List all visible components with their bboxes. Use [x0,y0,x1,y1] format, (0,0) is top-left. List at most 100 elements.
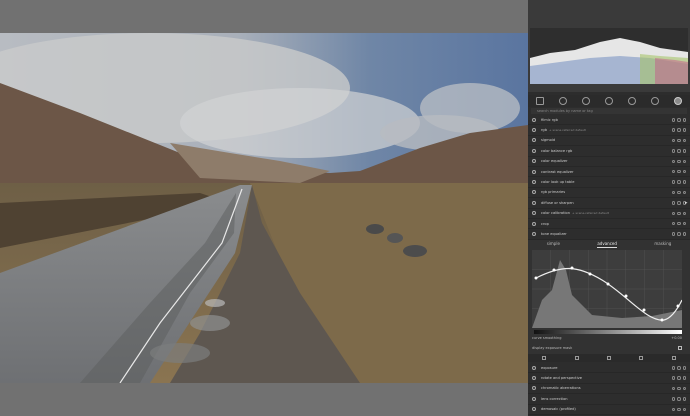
module-row[interactable]: exposure [528,363,690,374]
tone-tab-simple[interactable]: simple [547,240,560,248]
power-icon[interactable] [532,148,536,153]
exposure-mask-checkbox[interactable] [678,346,682,350]
presets-icon[interactable] [682,366,686,370]
module-row[interactable]: diffuse or sharpen [528,198,690,209]
blend-drawn-icon[interactable] [606,356,611,360]
multi-instance-icon[interactable] [671,386,675,391]
exposure-mask-toggle[interactable]: display exposure mask [532,346,682,352]
reset-icon[interactable] [677,221,681,226]
multi-instance-icon[interactable] [671,159,675,164]
presets-icon[interactable] [682,221,686,226]
presets-icon[interactable] [682,128,686,132]
reset-icon[interactable] [677,118,681,122]
module-row[interactable]: rgb + scene-referred default [528,125,690,136]
reset-icon[interactable] [677,376,681,380]
effect-tab[interactable] [674,97,683,105]
correct-tab[interactable] [651,97,660,105]
multi-instance-icon[interactable] [671,118,675,122]
multi-instance-icon[interactable] [671,376,675,380]
module-row[interactable]: sigmoid [528,136,690,147]
multi-instance-icon[interactable] [671,407,675,412]
multi-instance-icon[interactable] [671,366,675,370]
base-tab[interactable] [581,97,590,105]
power-icon[interactable] [532,221,536,226]
module-row[interactable]: lens correction [528,394,690,405]
multi-instance-icon[interactable] [671,190,675,195]
power-icon[interactable] [532,200,536,205]
module-row[interactable]: color look up table [528,177,690,188]
curve-smoothing-slider[interactable]: curve smoothing +0.00 [532,336,682,342]
histogram[interactable] [528,0,690,92]
quick-access-tab[interactable] [535,97,544,105]
tone-tab-advanced[interactable]: advanced [597,240,617,248]
presets-icon[interactable] [682,159,686,164]
module-row[interactable]: contrast equalizer [528,167,690,178]
color-tab[interactable] [628,97,637,105]
reset-icon[interactable] [677,232,681,236]
power-icon[interactable] [532,407,536,412]
blend-raster-icon[interactable] [671,356,676,360]
blend-off-icon[interactable] [542,356,547,360]
power-icon[interactable] [532,138,536,143]
power-icon[interactable] [532,117,536,122]
blend-uniform-icon[interactable] [574,356,579,360]
presets-icon[interactable] [682,386,686,391]
reset-icon[interactable] [677,159,681,164]
presets-icon[interactable] [682,407,686,412]
presets-icon[interactable] [682,232,686,236]
multi-instance-icon[interactable] [671,232,675,236]
power-icon[interactable] [532,396,536,401]
reset-icon[interactable] [677,211,681,216]
presets-icon[interactable] [682,169,686,174]
module-search-input[interactable]: search modules by name or tag [531,108,687,114]
presets-icon[interactable] [682,180,686,184]
presets-icon[interactable] [682,138,686,143]
module-row[interactable]: color balance rgb [528,146,690,157]
blend-parametric-icon[interactable] [639,356,644,360]
power-icon[interactable] [532,365,536,370]
reset-icon[interactable] [677,138,681,143]
module-row[interactable]: rgb primaries [528,188,690,199]
power-icon[interactable] [532,211,536,216]
tone-tab-masking[interactable]: masking [654,240,671,248]
active-modules-tab[interactable] [558,97,567,105]
multi-instance-icon[interactable] [671,397,675,401]
module-row[interactable]: color equalizer [528,157,690,167]
reset-icon[interactable] [677,397,681,401]
reset-icon[interactable] [677,128,681,132]
reset-icon[interactable] [677,366,681,370]
reset-icon[interactable] [677,201,681,205]
multi-instance-icon[interactable] [671,128,675,132]
multi-instance-icon[interactable] [671,169,675,174]
reset-icon[interactable] [677,169,681,174]
tone-curve[interactable] [532,250,683,328]
presets-icon[interactable] [682,190,686,195]
presets-icon[interactable] [682,118,686,122]
presets-icon[interactable] [682,376,686,380]
image-preview[interactable] [0,33,528,383]
power-icon[interactable] [532,128,536,133]
reset-icon[interactable] [677,190,681,195]
module-row[interactable]: color calibration + scene-referred defaul… [528,209,690,219]
module-row[interactable]: tone equalizer [528,229,690,240]
presets-icon[interactable] [682,211,686,216]
multi-instance-icon[interactable] [671,180,675,184]
power-icon[interactable] [532,159,536,164]
presets-icon[interactable] [682,397,686,401]
tone-tab[interactable] [604,97,613,105]
power-icon[interactable] [532,231,536,236]
module-row[interactable]: chromatic aberrations [528,384,690,395]
power-icon[interactable] [532,190,536,195]
multi-instance-icon[interactable] [671,211,675,216]
power-icon[interactable] [532,376,536,381]
reset-icon[interactable] [677,386,681,391]
power-icon[interactable] [532,386,536,391]
power-icon[interactable] [532,169,536,174]
reset-icon[interactable] [677,407,681,412]
module-row[interactable]: rotate and perspective [528,373,690,384]
multi-instance-icon[interactable] [671,221,675,226]
presets-icon[interactable] [682,149,686,153]
module-row[interactable]: demosaic (profiled) [528,405,690,415]
multi-instance-icon[interactable] [671,201,675,205]
multi-instance-icon[interactable] [671,149,675,153]
